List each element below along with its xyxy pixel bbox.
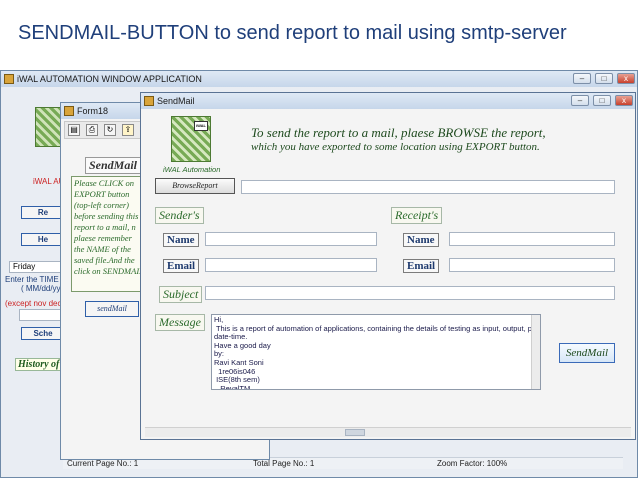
- form18-sendmail-button[interactable]: sendMail: [85, 301, 139, 317]
- sender-name-label: Name: [163, 233, 199, 247]
- except-label: (except nov dec: [5, 299, 62, 308]
- receipt-email-label: Email: [403, 259, 440, 273]
- time-label-2: ( MM/dd/yy: [21, 284, 61, 293]
- horizontal-scrollbar[interactable]: [145, 427, 631, 437]
- main-window-title: iWAL AUTOMATION WINDOW APPLICATION: [17, 74, 202, 84]
- iwal-logo-text: iWAL Automation: [163, 165, 221, 174]
- receipt-name-input[interactable]: [449, 232, 615, 246]
- form18-toolbar: ▤ ⎙ ↻ ⇪: [64, 121, 144, 139]
- close-icon[interactable]: x: [615, 95, 633, 106]
- print-icon[interactable]: ⎙: [86, 124, 98, 136]
- iwal-logo-badge: iWAL: [194, 121, 208, 131]
- send-mail-button[interactable]: SendMail: [559, 343, 615, 363]
- status-total-page: Total Page No.: 1: [253, 459, 315, 468]
- close-icon[interactable]: x: [617, 73, 635, 84]
- main-button-re[interactable]: Re: [21, 206, 65, 219]
- receipt-name-label: Name: [403, 233, 439, 247]
- export-icon[interactable]: ⇪: [122, 124, 134, 136]
- main-button-he[interactable]: He: [21, 233, 65, 246]
- sendmail-titlebar: SendMail – □ x: [141, 93, 635, 109]
- message-textarea[interactable]: Hi, This is a report of automation of ap…: [211, 314, 541, 390]
- day-select[interactable]: Friday: [9, 261, 65, 273]
- browse-report-button[interactable]: BrowseReport: [155, 178, 235, 194]
- status-current-page: Current Page No.: 1: [67, 459, 139, 468]
- subject-input[interactable]: [205, 286, 615, 300]
- time-input[interactable]: [19, 309, 63, 321]
- receipt-email-input[interactable]: [449, 258, 615, 272]
- sendmail-title: SendMail: [157, 96, 195, 106]
- message-label: Message: [155, 314, 205, 331]
- sender-name-input[interactable]: [205, 232, 377, 246]
- receipt-section-label: Receipt's: [391, 207, 443, 224]
- app-icon: [4, 74, 14, 84]
- minimize-icon[interactable]: –: [573, 73, 591, 84]
- status-zoom: Zoom Factor: 100%: [437, 459, 508, 468]
- main-titlebar: iWAL AUTOMATION WINDOW APPLICATION – □ x: [1, 71, 637, 87]
- instruction-headline: To send the report to a mail, plaese BRO…: [251, 126, 546, 154]
- save-icon[interactable]: ▤: [68, 124, 80, 136]
- headline-line-1: To send the report to a mail, plaese BRO…: [251, 125, 546, 140]
- message-scrollbar[interactable]: [531, 315, 540, 389]
- instructions-text: Please CLICK on EXPORT button (top-left …: [71, 176, 147, 292]
- iwal-logo: iWAL: [171, 116, 211, 162]
- sender-section-label: Sender's: [155, 207, 204, 224]
- minimize-icon[interactable]: –: [571, 95, 589, 106]
- maximize-icon[interactable]: □: [595, 73, 613, 84]
- slide-title: SENDMAIL-BUTTON to send report to mail u…: [18, 22, 567, 44]
- history-label: History of: [15, 358, 63, 371]
- form18-title: Form18: [77, 106, 109, 116]
- sendmail-heading: SendMail: [85, 157, 142, 174]
- report-path-input[interactable]: [241, 180, 615, 194]
- scrollbar-thumb[interactable]: [345, 429, 365, 436]
- main-button-schedule[interactable]: Sche: [21, 327, 65, 340]
- maximize-icon[interactable]: □: [593, 95, 611, 106]
- sendmail-window: SendMail – □ x iWAL iWAL Automation To s…: [140, 92, 636, 440]
- sender-email-input[interactable]: [205, 258, 377, 272]
- subject-label: Subject: [159, 286, 203, 303]
- headline-line-2: which you have exported to some location…: [251, 141, 540, 153]
- sender-email-label: Email: [163, 259, 200, 273]
- app-icon: [144, 96, 154, 106]
- refresh-icon[interactable]: ↻: [104, 124, 116, 136]
- time-label-1: Enter the TIME a: [5, 275, 66, 284]
- app-icon: [64, 106, 74, 116]
